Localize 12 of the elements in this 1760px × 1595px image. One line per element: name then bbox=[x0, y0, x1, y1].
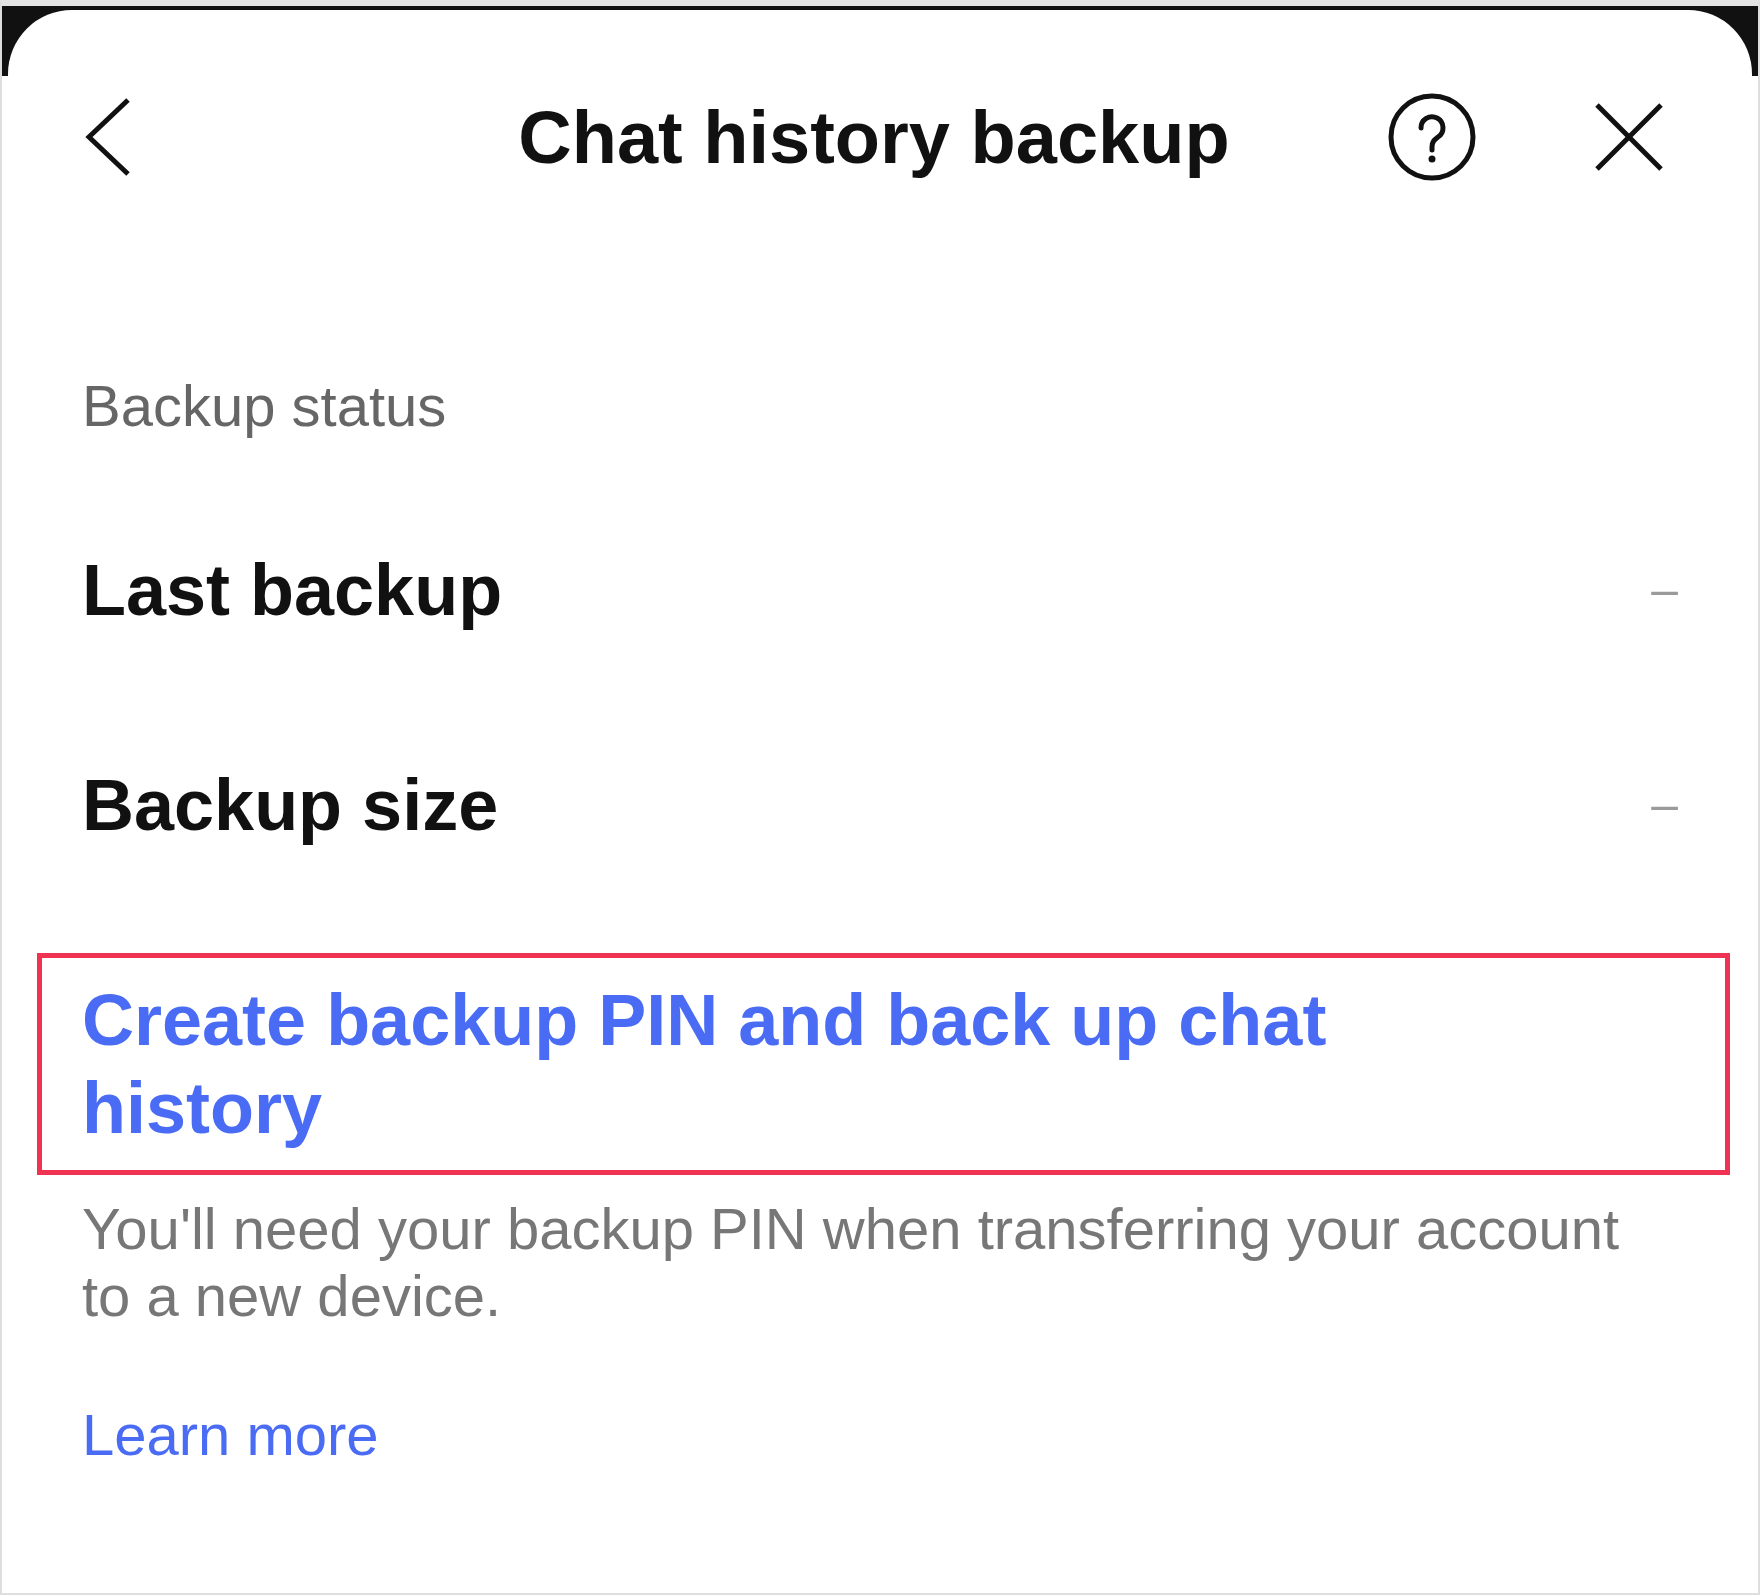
section-heading: Backup status bbox=[82, 374, 447, 438]
row-label: Last backup bbox=[82, 548, 503, 631]
create-backup-link[interactable]: Create backup PIN and back up chat history bbox=[37, 953, 1730, 1175]
close-icon[interactable] bbox=[1594, 102, 1664, 172]
screen-title: Chat history backup bbox=[518, 94, 1230, 180]
back-icon[interactable] bbox=[84, 97, 132, 177]
row-value: – bbox=[1651, 777, 1678, 832]
info-text: You'll need your backup PIN when transferring your account to a new device. bbox=[82, 1195, 1621, 1329]
help-icon[interactable] bbox=[1388, 93, 1476, 181]
row-value: – bbox=[1651, 562, 1678, 617]
row-label: Backup size bbox=[82, 763, 499, 846]
learn-more-link[interactable]: Learn more bbox=[82, 1401, 379, 1468]
